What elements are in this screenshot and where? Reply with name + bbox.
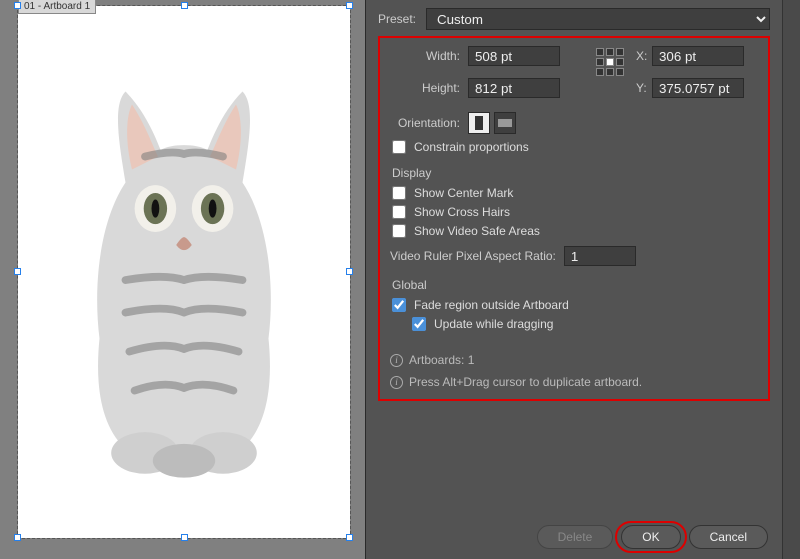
resize-handle[interactable] [14, 534, 21, 541]
aspect-ratio-label: Video Ruler Pixel Aspect Ratio: [390, 249, 564, 263]
artboard-name-label[interactable]: 01 - Artboard 1 [18, 0, 96, 14]
y-input[interactable] [652, 78, 744, 98]
fade-outside-checkbox[interactable]: Fade region outside Artboard [392, 298, 758, 312]
height-input[interactable] [468, 78, 560, 98]
artboard-options-panel: Preset: Custom Width: Height: [365, 0, 800, 559]
show-center-mark-checkbox[interactable]: Show Center Mark [392, 186, 758, 200]
canvas-area: 01 - Artboard 1 [0, 0, 365, 559]
highlight-zone: Width: Height: X: Y: [378, 36, 770, 401]
dock-strip [782, 0, 800, 559]
orientation-landscape-button[interactable] [494, 112, 516, 134]
artboards-count: Artboards: 1 [409, 353, 474, 367]
ok-button[interactable]: OK [621, 525, 680, 549]
constrain-proportions-checkbox[interactable]: Constrain proportions [392, 140, 758, 154]
reference-point-locator[interactable] [596, 48, 624, 76]
resize-handle[interactable] [14, 268, 21, 275]
delete-button: Delete [537, 525, 614, 549]
orientation-portrait-button[interactable] [468, 112, 490, 134]
show-video-safe-areas-checkbox[interactable]: Show Video Safe Areas [392, 224, 758, 238]
resize-handle[interactable] [346, 268, 353, 275]
preset-label: Preset: [378, 12, 426, 26]
height-label: Height: [390, 81, 468, 95]
cat-artwork [54, 79, 314, 482]
global-header: Global [392, 278, 758, 292]
x-input[interactable] [652, 46, 744, 66]
info-icon: i [390, 376, 403, 389]
aspect-ratio-input[interactable] [564, 246, 636, 266]
resize-handle[interactable] [14, 2, 21, 9]
resize-handle[interactable] [181, 534, 188, 541]
update-while-dragging-checkbox[interactable]: Update while dragging [412, 317, 758, 331]
info-icon: i [390, 354, 403, 367]
hint-text: Press Alt+Drag cursor to duplicate artbo… [409, 375, 642, 389]
display-header: Display [392, 166, 758, 180]
x-label: X: [636, 49, 652, 63]
cancel-button[interactable]: Cancel [689, 525, 768, 549]
width-label: Width: [390, 49, 468, 63]
show-cross-hairs-checkbox[interactable]: Show Cross Hairs [392, 205, 758, 219]
artboard[interactable] [18, 6, 350, 538]
resize-handle[interactable] [181, 2, 188, 9]
constrain-proportions-label: Constrain proportions [414, 140, 529, 154]
y-label: Y: [636, 81, 652, 95]
orientation-label: Orientation: [390, 116, 468, 130]
dialog-buttons: Delete OK Cancel [366, 525, 782, 549]
resize-handle[interactable] [346, 534, 353, 541]
resize-handle[interactable] [346, 2, 353, 9]
preset-select[interactable]: Custom [426, 8, 770, 30]
width-input[interactable] [468, 46, 560, 66]
